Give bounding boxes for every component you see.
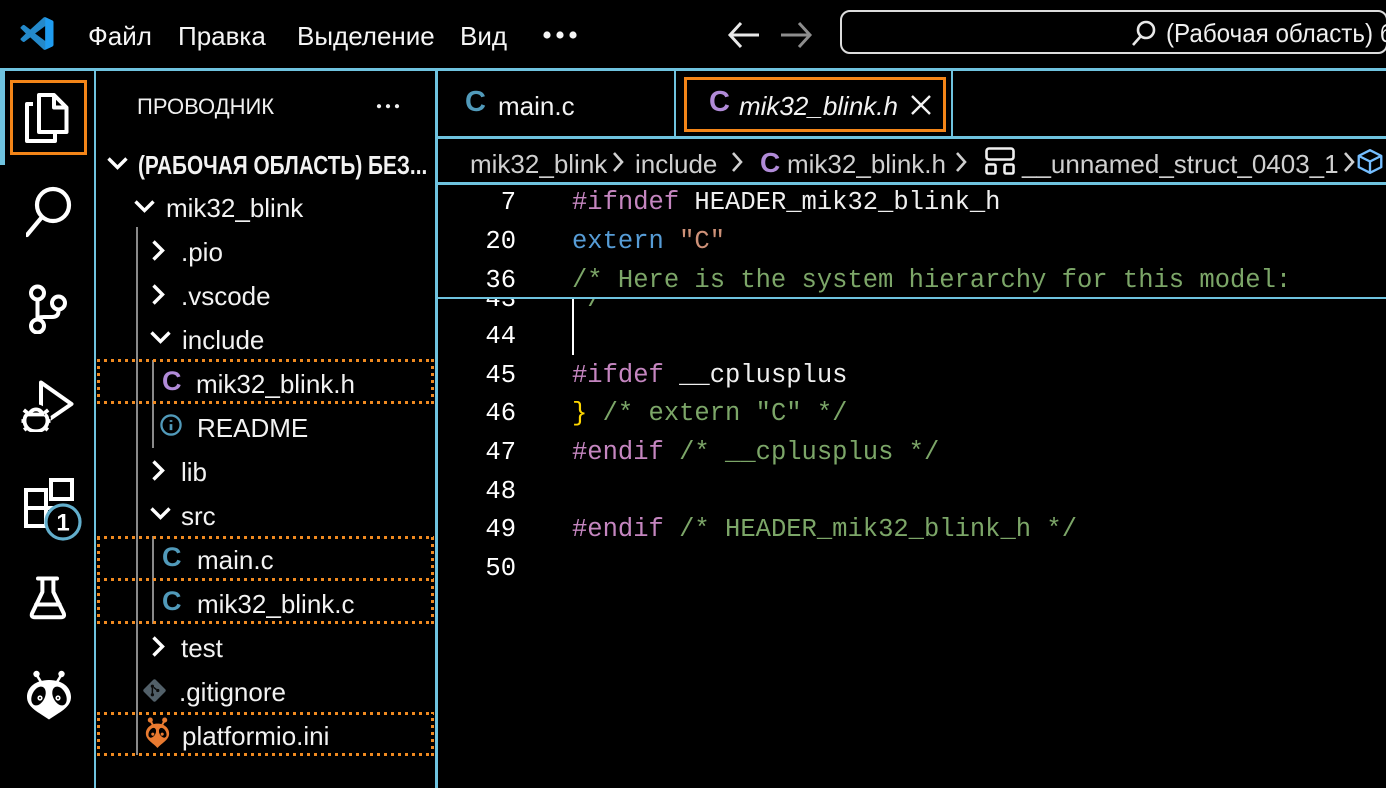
- svg-text:1: 1: [56, 510, 69, 537]
